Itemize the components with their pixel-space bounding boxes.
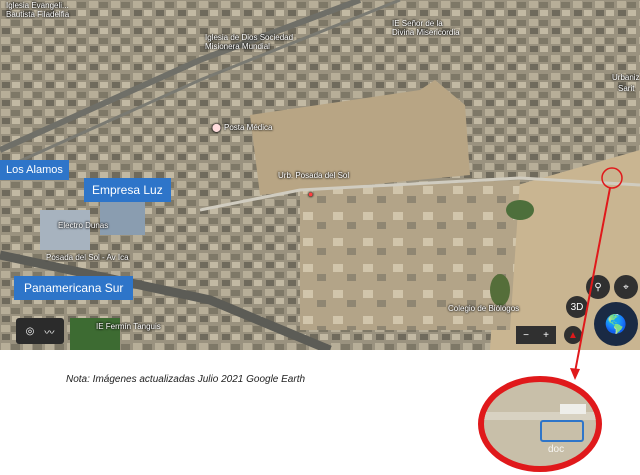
watermark: doc bbox=[548, 444, 565, 455]
label-urb-posada: Urb. Posada del Sol bbox=[278, 171, 350, 180]
location-marker-icon[interactable]: ● bbox=[308, 190, 313, 199]
satellite-map[interactable]: Iglesia Evangeli... Bautista Filadelfia … bbox=[0, 0, 640, 350]
measure-icon[interactable]: 〰 bbox=[44, 324, 54, 339]
location-icon[interactable]: ◎ bbox=[26, 326, 35, 337]
callout-los-alamos: Los Alamos bbox=[0, 160, 69, 180]
label-colegio: Colegio de Biólogos bbox=[448, 304, 520, 313]
pin-icon: ⬤ bbox=[212, 123, 221, 132]
label-urbaniz: Urbaniz bbox=[612, 73, 640, 82]
zoom-inset: doc bbox=[478, 376, 602, 472]
zoom-in-button[interactable]: + bbox=[536, 326, 556, 344]
person-icon[interactable]: ⚲ bbox=[586, 275, 610, 299]
label-electro-dunas: Electro Dunas bbox=[58, 221, 109, 230]
zoom-out-button[interactable]: − bbox=[516, 326, 536, 344]
label-iglesia-dios: Iglesia de Dios Sociedad bbox=[205, 33, 294, 42]
my-location-icon[interactable]: ⌖ bbox=[614, 275, 638, 299]
label-posada-ica: Posada del Sol - Av Ica bbox=[46, 253, 129, 262]
three-d-button[interactable]: 3D bbox=[566, 296, 588, 318]
inset-highlight-box bbox=[540, 420, 584, 442]
label-ie-senor: IE Señor de la bbox=[392, 19, 443, 28]
label-iglesia-2: Bautista Filadelfia bbox=[6, 10, 70, 19]
inset-vehicle bbox=[560, 404, 586, 414]
map-tools[interactable]: ◎ 〰 bbox=[16, 318, 64, 344]
label-iglesia-1: Iglesia Evangeli... bbox=[6, 1, 69, 10]
label-posta-medica: Posta Médica bbox=[224, 123, 273, 132]
label-misionera: Misionera Mundial bbox=[205, 42, 270, 51]
globe-icon[interactable]: 🌎 bbox=[594, 302, 638, 346]
compass-icon[interactable]: ▲ bbox=[564, 326, 582, 344]
callout-panamericana: Panamericana Sur bbox=[14, 276, 134, 300]
label-ie-fermin: IE Fermín Tanguis bbox=[96, 322, 161, 331]
label-divina: Divina Misericordia bbox=[392, 28, 460, 37]
image-note: Nota: Imágenes actualizadas Julio 2021 G… bbox=[66, 374, 306, 385]
callout-empresa-luz: Empresa Luz bbox=[84, 178, 171, 202]
label-sarit: Sarit bbox=[618, 84, 635, 93]
